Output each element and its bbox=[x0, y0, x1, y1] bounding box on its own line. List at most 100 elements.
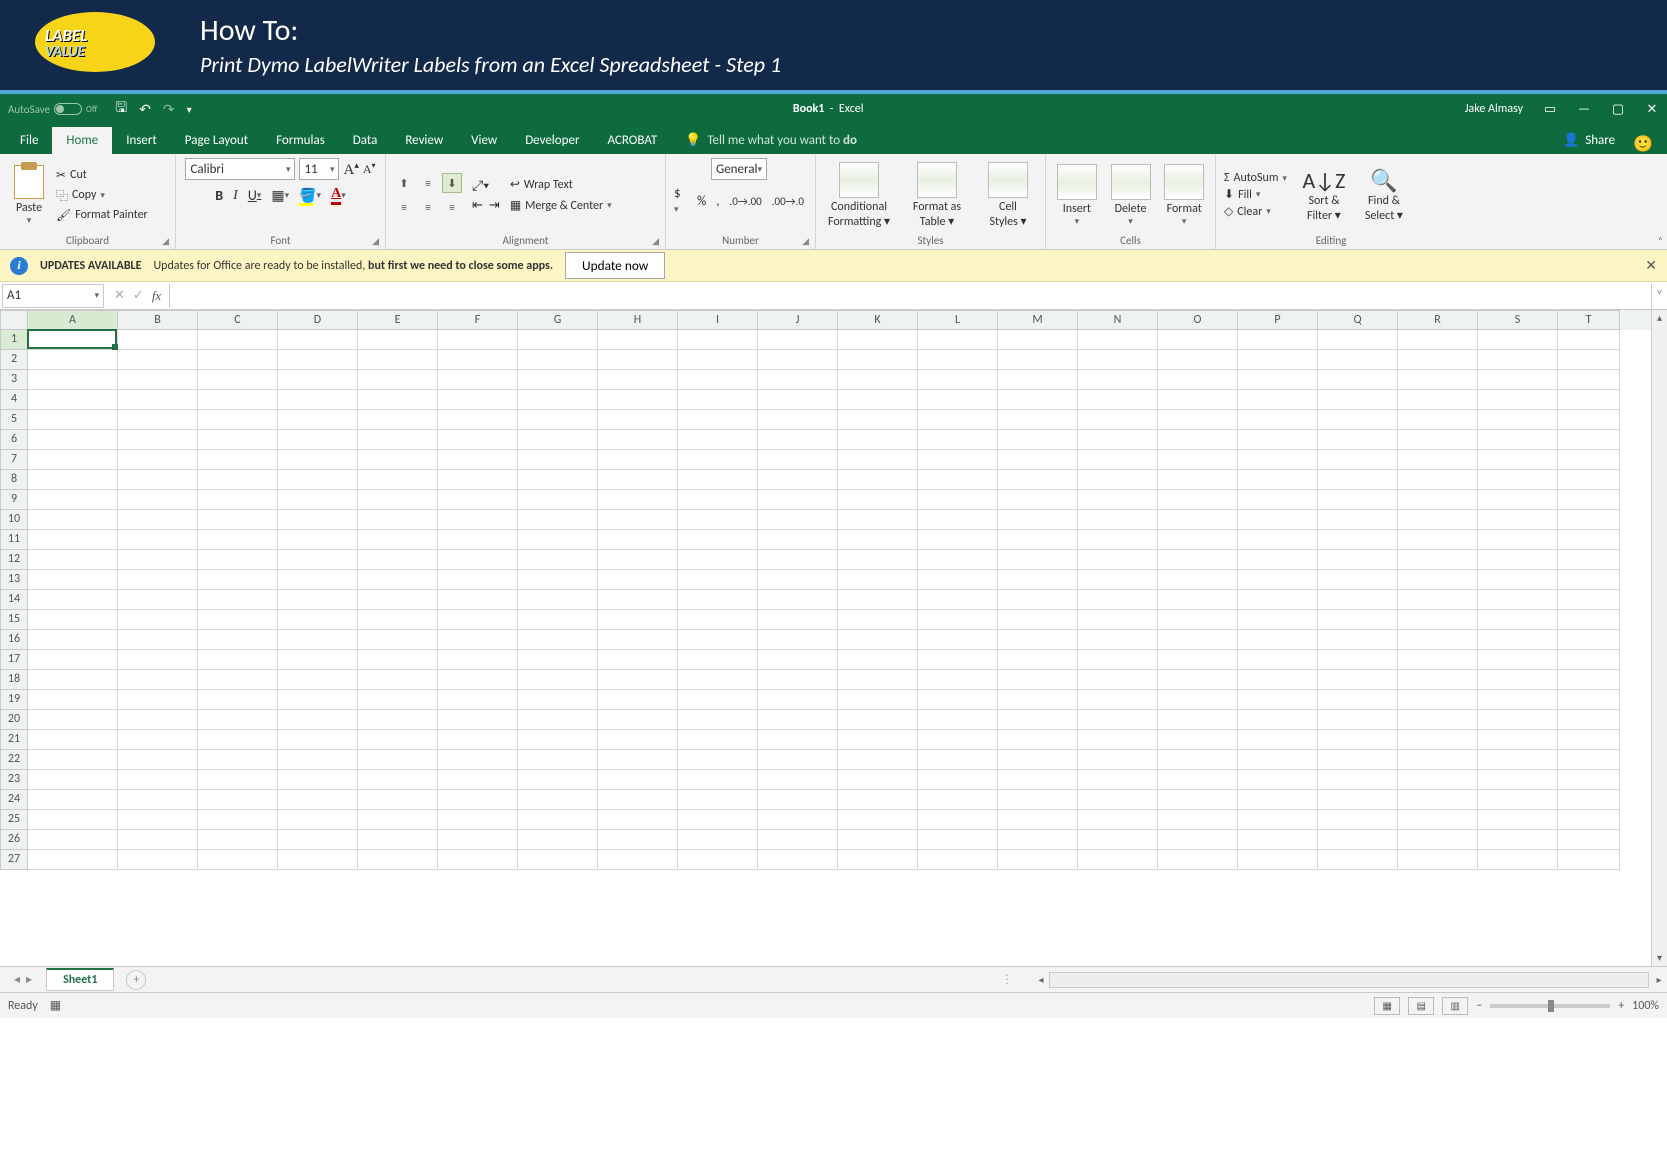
tab-page-layout[interactable]: Page Layout bbox=[171, 127, 262, 154]
cell[interactable] bbox=[438, 650, 518, 670]
cell[interactable] bbox=[28, 670, 118, 690]
column-header[interactable]: H bbox=[598, 310, 678, 330]
cell[interactable] bbox=[278, 790, 358, 810]
cell[interactable] bbox=[118, 590, 198, 610]
cell[interactable] bbox=[278, 710, 358, 730]
cell[interactable] bbox=[918, 790, 998, 810]
cell[interactable] bbox=[118, 770, 198, 790]
column-header[interactable]: F bbox=[438, 310, 518, 330]
cell[interactable] bbox=[598, 690, 678, 710]
cell[interactable] bbox=[518, 330, 598, 350]
row-header[interactable]: 10 bbox=[0, 510, 28, 530]
column-header[interactable]: E bbox=[358, 310, 438, 330]
cell[interactable] bbox=[518, 810, 598, 830]
cell[interactable] bbox=[838, 810, 918, 830]
share-button[interactable]: 👤 Share bbox=[1553, 127, 1625, 154]
cell[interactable] bbox=[1478, 810, 1558, 830]
cell[interactable] bbox=[598, 330, 678, 350]
cell[interactable] bbox=[1478, 530, 1558, 550]
cell[interactable] bbox=[918, 570, 998, 590]
cell[interactable] bbox=[1478, 710, 1558, 730]
cell[interactable] bbox=[358, 430, 438, 450]
page-layout-view-button[interactable]: ▤ bbox=[1408, 997, 1434, 1015]
cell[interactable] bbox=[278, 830, 358, 850]
cell[interactable] bbox=[598, 530, 678, 550]
cell[interactable] bbox=[518, 790, 598, 810]
cell[interactable] bbox=[1478, 850, 1558, 870]
select-all-corner[interactable] bbox=[0, 310, 28, 330]
row-header[interactable]: 18 bbox=[0, 670, 28, 690]
cell[interactable] bbox=[678, 490, 758, 510]
cell[interactable] bbox=[1558, 570, 1620, 590]
merge-center-button[interactable]: ▦Merge & Center ▾ bbox=[510, 198, 612, 213]
tab-formulas[interactable]: Formulas bbox=[262, 127, 339, 154]
cell[interactable] bbox=[518, 510, 598, 530]
sort-filter-button[interactable]: A↓ZSort &Filter ▾ bbox=[1297, 167, 1351, 223]
cell[interactable] bbox=[198, 690, 278, 710]
zoom-out-button[interactable]: − bbox=[1476, 999, 1482, 1013]
cell[interactable] bbox=[1398, 430, 1478, 450]
cell[interactable] bbox=[918, 450, 998, 470]
cell[interactable] bbox=[678, 570, 758, 590]
cell[interactable] bbox=[1158, 370, 1238, 390]
cell[interactable] bbox=[1558, 810, 1620, 830]
cell[interactable] bbox=[1318, 670, 1398, 690]
sheet-nav-prev-icon[interactable]: ◂ bbox=[14, 972, 20, 987]
decrease-font-icon[interactable]: A▾ bbox=[363, 161, 376, 177]
cell[interactable] bbox=[198, 570, 278, 590]
cell[interactable] bbox=[358, 650, 438, 670]
cell[interactable] bbox=[838, 730, 918, 750]
cell[interactable] bbox=[758, 390, 838, 410]
cell[interactable] bbox=[998, 810, 1078, 830]
cell[interactable] bbox=[678, 430, 758, 450]
cell[interactable] bbox=[998, 430, 1078, 450]
cell[interactable] bbox=[598, 750, 678, 770]
cell[interactable] bbox=[1078, 510, 1158, 530]
cell[interactable] bbox=[678, 850, 758, 870]
cell[interactable] bbox=[198, 510, 278, 530]
cell[interactable] bbox=[1158, 750, 1238, 770]
cell[interactable] bbox=[28, 410, 118, 430]
cell[interactable] bbox=[758, 650, 838, 670]
cell[interactable] bbox=[118, 490, 198, 510]
cell[interactable] bbox=[518, 470, 598, 490]
cell[interactable] bbox=[278, 770, 358, 790]
cell[interactable] bbox=[438, 430, 518, 450]
cell[interactable] bbox=[758, 670, 838, 690]
cell[interactable] bbox=[1238, 830, 1318, 850]
cell[interactable] bbox=[1558, 450, 1620, 470]
cell[interactable] bbox=[1398, 550, 1478, 570]
cell[interactable] bbox=[1078, 770, 1158, 790]
cell[interactable] bbox=[278, 690, 358, 710]
cell[interactable] bbox=[198, 730, 278, 750]
cell[interactable] bbox=[1478, 650, 1558, 670]
cell[interactable] bbox=[1318, 570, 1398, 590]
cell[interactable] bbox=[838, 710, 918, 730]
cell[interactable] bbox=[198, 490, 278, 510]
cell[interactable] bbox=[1558, 510, 1620, 530]
format-cells-button[interactable]: Format▾ bbox=[1161, 164, 1207, 227]
cell[interactable] bbox=[1398, 350, 1478, 370]
cell[interactable] bbox=[438, 490, 518, 510]
cell[interactable] bbox=[758, 330, 838, 350]
cell[interactable] bbox=[518, 530, 598, 550]
cell[interactable] bbox=[1238, 690, 1318, 710]
scroll-down-icon[interactable]: ▾ bbox=[1652, 950, 1667, 966]
cell[interactable] bbox=[1398, 410, 1478, 430]
cell[interactable] bbox=[28, 770, 118, 790]
cell[interactable] bbox=[358, 670, 438, 690]
save-icon[interactable]: 🖫 bbox=[115, 97, 127, 121]
cell[interactable] bbox=[118, 630, 198, 650]
cell[interactable] bbox=[998, 550, 1078, 570]
cell[interactable] bbox=[1158, 510, 1238, 530]
cell[interactable] bbox=[1158, 730, 1238, 750]
borders-button[interactable]: ▦ ▾ bbox=[271, 187, 289, 204]
cell[interactable] bbox=[1398, 490, 1478, 510]
cell[interactable] bbox=[758, 530, 838, 550]
cell[interactable] bbox=[758, 490, 838, 510]
cell[interactable] bbox=[598, 490, 678, 510]
cell[interactable] bbox=[1478, 690, 1558, 710]
cell[interactable] bbox=[278, 570, 358, 590]
underline-button[interactable]: U ▾ bbox=[248, 187, 262, 204]
cell[interactable] bbox=[518, 570, 598, 590]
